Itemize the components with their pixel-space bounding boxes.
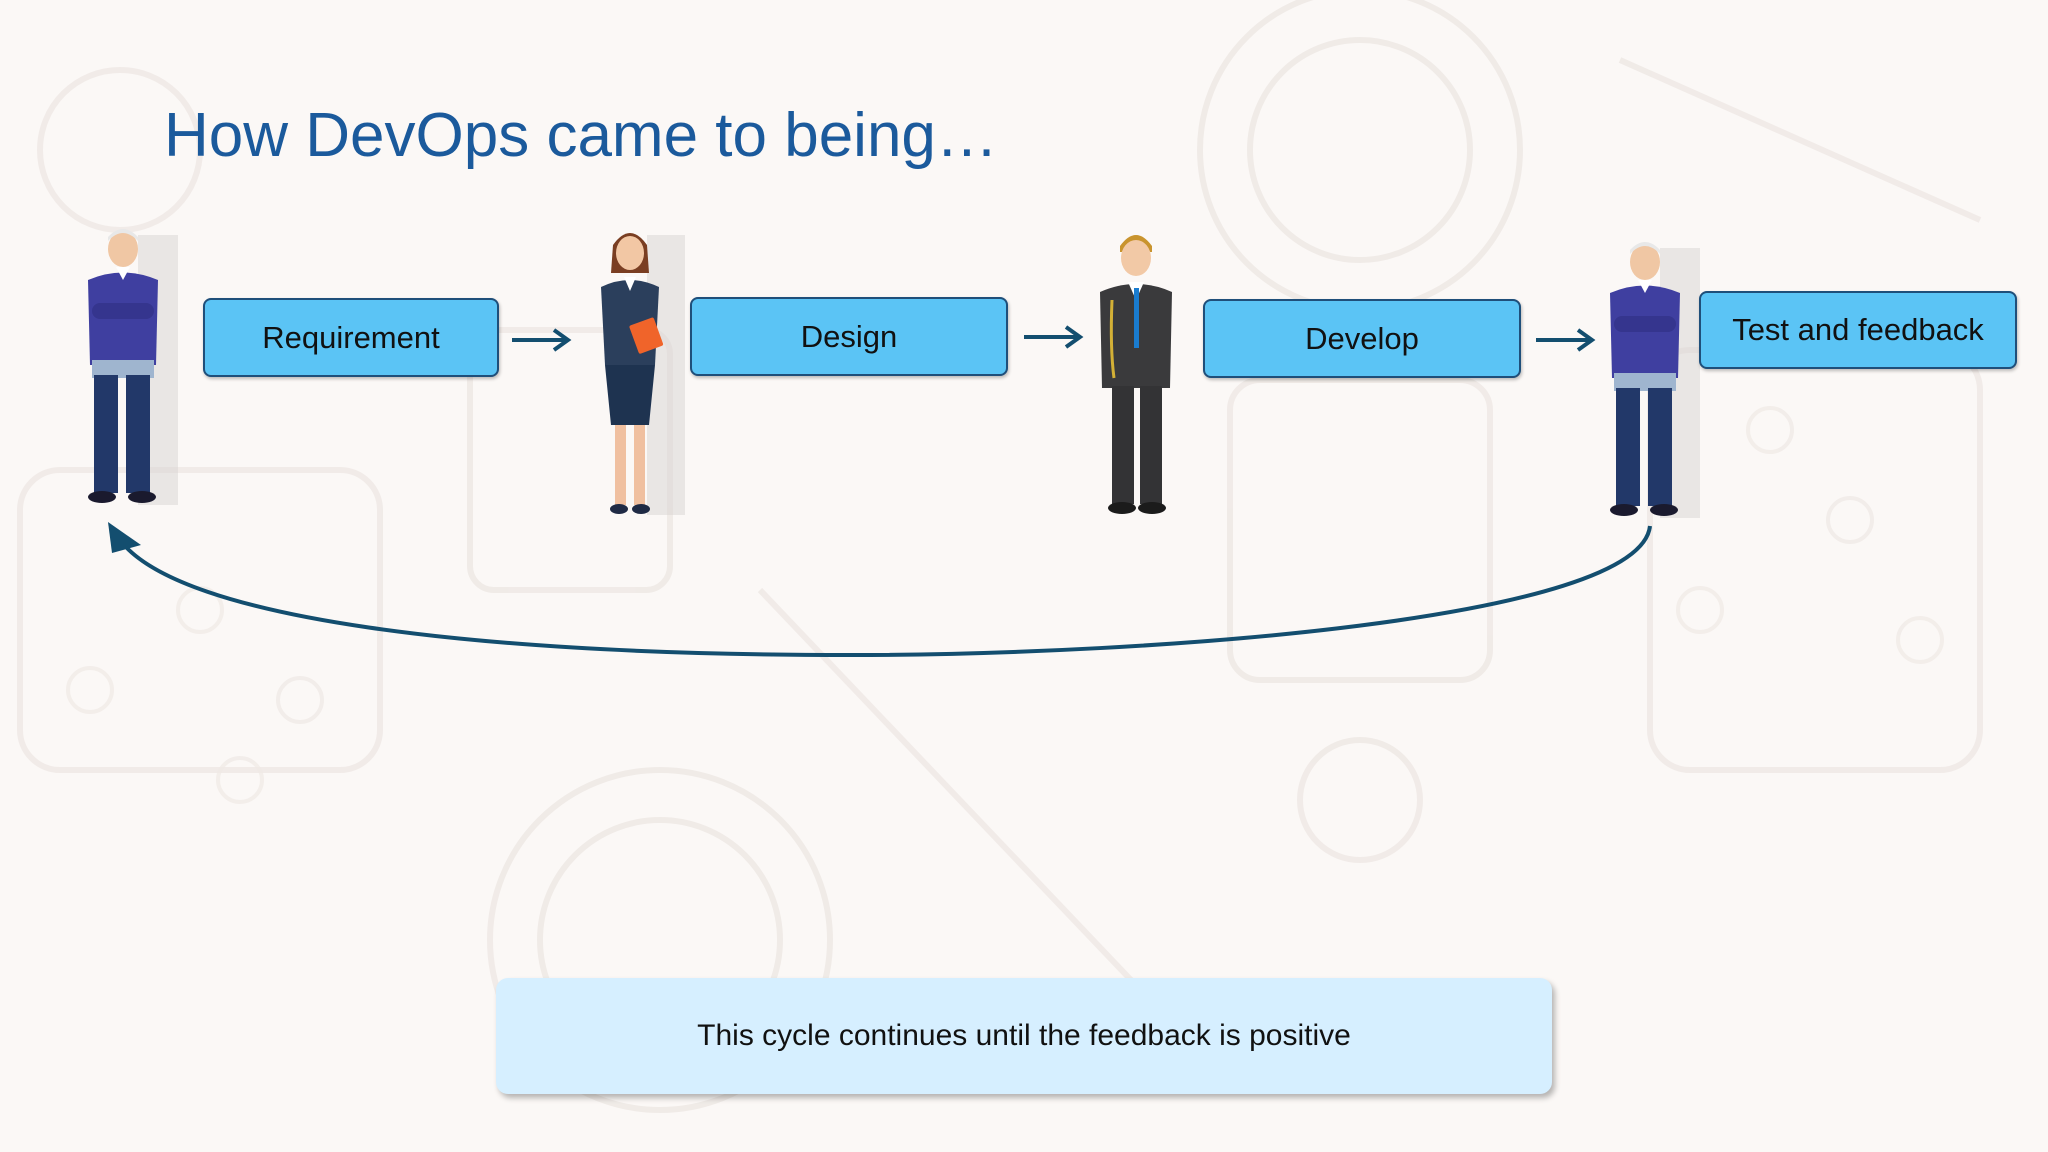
cycle-note-text: This cycle continues until the feedback … bbox=[697, 1019, 1351, 1052]
cycle-note: This cycle continues until the feedback … bbox=[496, 978, 1552, 1094]
